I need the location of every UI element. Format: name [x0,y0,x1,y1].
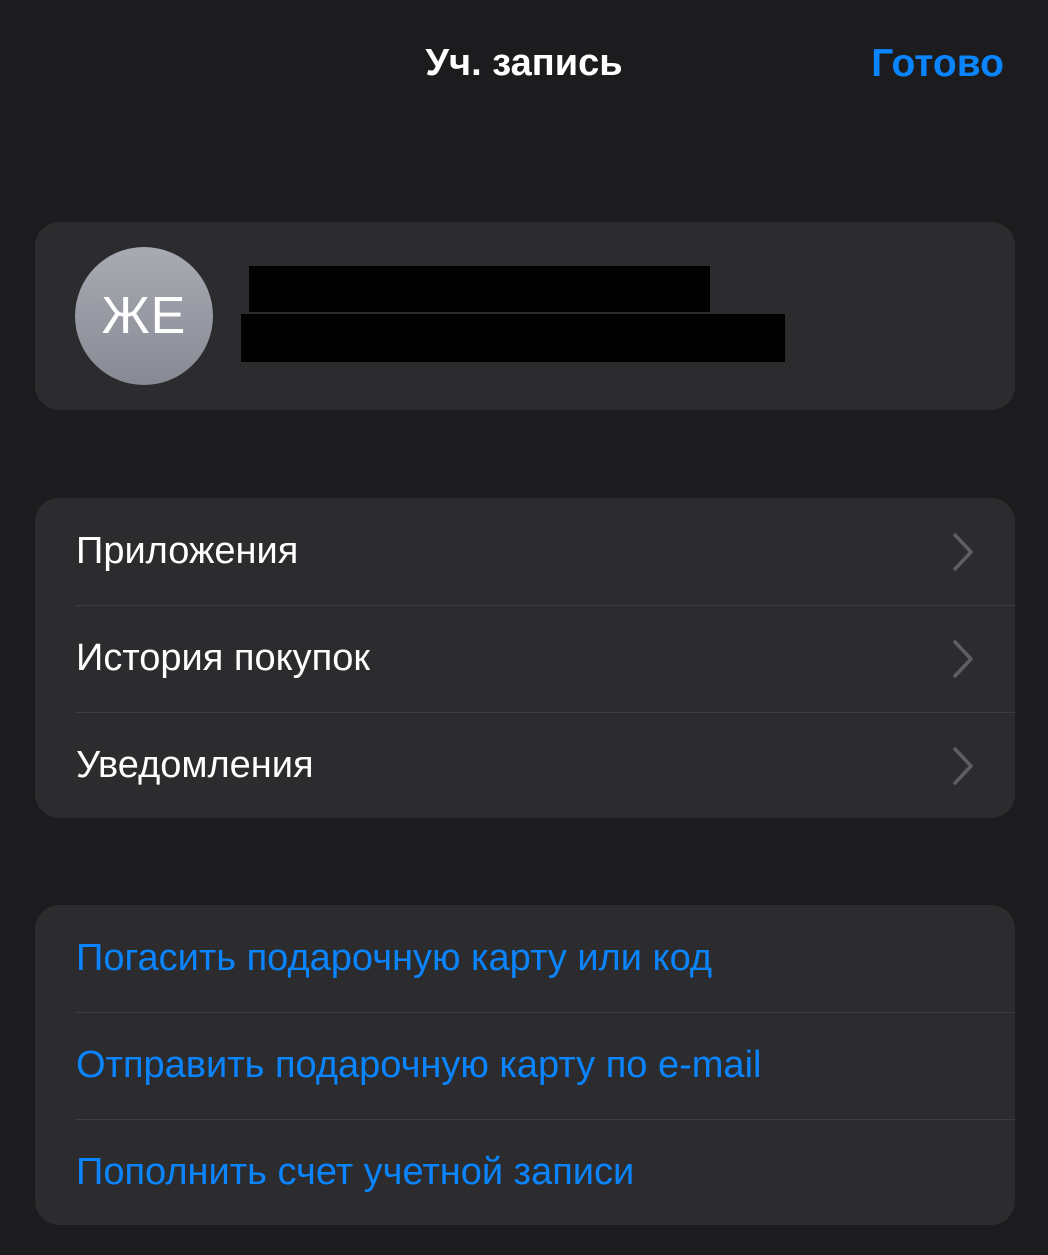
action-label: Пополнить счет учетной записи [76,1151,635,1193]
redeem-gift-card-link[interactable]: Погасить подарочную карту или код [35,905,1015,1012]
menu-item-apps[interactable]: Приложения [35,498,1015,605]
account-menu: Приложения История покупок Уведомления [35,498,1015,818]
menu-item-purchase-history[interactable]: История покупок [35,605,1015,712]
avatar-initials: ЖЕ [101,287,187,345]
action-label: Отправить подарочную карту по e-mail [76,1044,762,1086]
redacted-email [241,314,785,362]
chevron-right-icon [953,639,973,678]
profile-card[interactable]: ЖЕ [35,222,1015,410]
action-label: Погасить подарочную карту или код [76,937,713,979]
menu-item-label: Приложения [76,530,299,572]
navigation-bar: Уч. запись Готово [0,0,1048,140]
menu-item-label: История покупок [76,637,371,679]
add-funds-link[interactable]: Пополнить счет учетной записи [35,1119,1015,1225]
redacted-name [249,266,710,312]
chevron-right-icon [953,532,973,571]
menu-item-notifications[interactable]: Уведомления [35,712,1015,818]
send-gift-card-link[interactable]: Отправить подарочную карту по e-mail [35,1012,1015,1119]
done-button[interactable]: Готово [871,42,1004,86]
gift-card-actions: Погасить подарочную карту или код Отправ… [35,905,1015,1225]
menu-item-label: Уведомления [76,744,314,786]
chevron-right-icon [953,746,973,785]
avatar: ЖЕ [75,247,213,385]
